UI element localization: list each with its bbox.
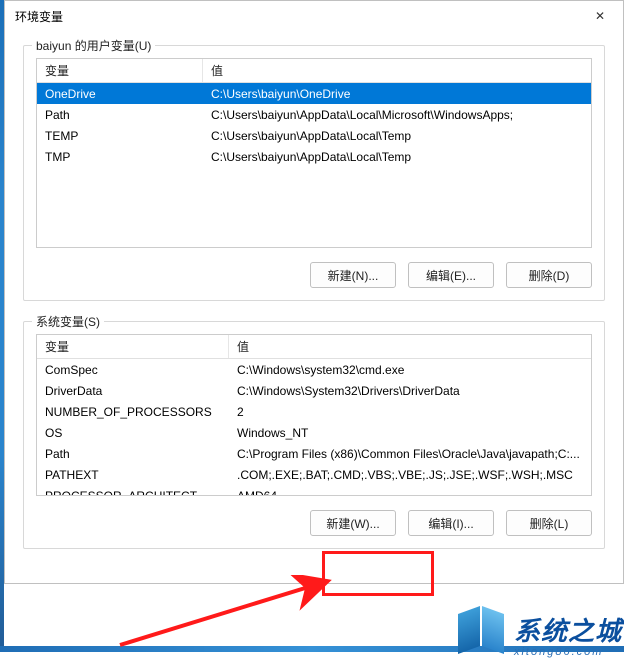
table-row[interactable]: PathC:\Program Files (x86)\Common Files\…: [37, 443, 591, 464]
col-value[interactable]: 值: [203, 59, 591, 82]
col-variable[interactable]: 变量: [37, 59, 203, 82]
table-row[interactable]: PATHEXT.COM;.EXE;.BAT;.CMD;.VBS;.VBE;.JS…: [37, 464, 591, 485]
cell-value: 2: [229, 403, 591, 421]
system-new-button[interactable]: 新建(W)...: [310, 510, 396, 536]
table-row[interactable]: DriverDataC:\Windows\System32\Drivers\Dr…: [37, 380, 591, 401]
user-new-button[interactable]: 新建(N)...: [310, 262, 396, 288]
cell-variable: DriverData: [37, 382, 229, 400]
cell-variable: PATHEXT: [37, 466, 229, 484]
titlebar[interactable]: 环境变量 ✕: [5, 1, 623, 31]
annotation-arrow-icon: [110, 575, 350, 655]
close-button[interactable]: ✕: [577, 1, 623, 31]
cell-variable: OS: [37, 424, 229, 442]
system-vars-header[interactable]: 变量 值: [37, 335, 591, 359]
table-row[interactable]: TEMPC:\Users\baiyun\AppData\Local\Temp: [37, 125, 591, 146]
table-row[interactable]: NUMBER_OF_PROCESSORS2: [37, 401, 591, 422]
system-vars-title: 系统变量(S): [32, 313, 104, 330]
cell-variable: PROCESSOR_ARCHITECT...: [37, 487, 229, 497]
table-row[interactable]: OSWindows_NT: [37, 422, 591, 443]
watermark-title: 系统之城: [514, 611, 622, 648]
user-vars-groupbox: baiyun 的用户变量(U) 变量 值 OneDriveC:\Users\ba…: [23, 45, 605, 301]
table-row[interactable]: OneDriveC:\Users\baiyun\OneDrive: [37, 83, 591, 104]
cell-variable: Path: [37, 445, 229, 463]
system-button-row: 新建(W)... 编辑(I)... 删除(L): [36, 510, 592, 536]
user-edit-button[interactable]: 编辑(E)...: [408, 262, 494, 288]
cell-variable: NUMBER_OF_PROCESSORS: [37, 403, 229, 421]
cell-value: C:\Users\baiyun\OneDrive: [203, 85, 591, 103]
watermark-logo-icon: [456, 604, 506, 658]
close-icon: ✕: [595, 9, 605, 23]
cell-value: C:\Windows\System32\Drivers\DriverData: [229, 382, 591, 400]
table-row[interactable]: TMPC:\Users\baiyun\AppData\Local\Temp: [37, 146, 591, 167]
cell-value: C:\Users\baiyun\AppData\Local\Microsoft\…: [203, 106, 591, 124]
dialog-title: 环境变量: [15, 8, 577, 25]
user-delete-button[interactable]: 删除(D): [506, 262, 592, 288]
cell-variable: TEMP: [37, 127, 203, 145]
cell-value: .COM;.EXE;.BAT;.CMD;.VBS;.VBE;.JS;.JSE;.…: [229, 466, 591, 484]
user-vars-title: baiyun 的用户变量(U): [32, 37, 155, 54]
system-vars-table[interactable]: 变量 值 ComSpecC:\Windows\system32\cmd.exeD…: [36, 334, 592, 496]
cell-variable: TMP: [37, 148, 203, 166]
cell-value: C:\Users\baiyun\AppData\Local\Temp: [203, 127, 591, 145]
watermark-text: 系统之城 xitong86.com: [514, 611, 622, 658]
table-row[interactable]: PathC:\Users\baiyun\AppData\Local\Micros…: [37, 104, 591, 125]
col-value[interactable]: 值: [229, 335, 591, 358]
table-row[interactable]: ComSpecC:\Windows\system32\cmd.exe: [37, 359, 591, 380]
cell-value: C:\Users\baiyun\AppData\Local\Temp: [203, 148, 591, 166]
system-vars-groupbox: 系统变量(S) 变量 值 ComSpecC:\Windows\system32\…: [23, 321, 605, 549]
col-variable[interactable]: 变量: [37, 335, 229, 358]
cell-variable: ComSpec: [37, 361, 229, 379]
cell-value: C:\Program Files (x86)\Common Files\Orac…: [229, 445, 591, 463]
user-vars-table[interactable]: 变量 值 OneDriveC:\Users\baiyun\OneDrivePat…: [36, 58, 592, 248]
user-button-row: 新建(N)... 编辑(E)... 删除(D): [36, 262, 592, 288]
table-row[interactable]: PROCESSOR_ARCHITECT...AMD64: [37, 485, 591, 496]
system-delete-button[interactable]: 删除(L): [506, 510, 592, 536]
system-edit-button[interactable]: 编辑(I)...: [408, 510, 494, 536]
env-vars-dialog: 环境变量 ✕ baiyun 的用户变量(U) 变量 值 OneDriveC:\U…: [4, 0, 624, 584]
cell-variable: Path: [37, 106, 203, 124]
dialog-content: baiyun 的用户变量(U) 变量 值 OneDriveC:\Users\ba…: [5, 31, 623, 583]
cell-value: Windows_NT: [229, 424, 591, 442]
cell-value: C:\Windows\system32\cmd.exe: [229, 361, 591, 379]
cell-value: AMD64: [229, 487, 591, 497]
cell-variable: OneDrive: [37, 85, 203, 103]
user-vars-header[interactable]: 变量 值: [37, 59, 591, 83]
watermark: 系统之城 xitong86.com: [456, 604, 622, 658]
